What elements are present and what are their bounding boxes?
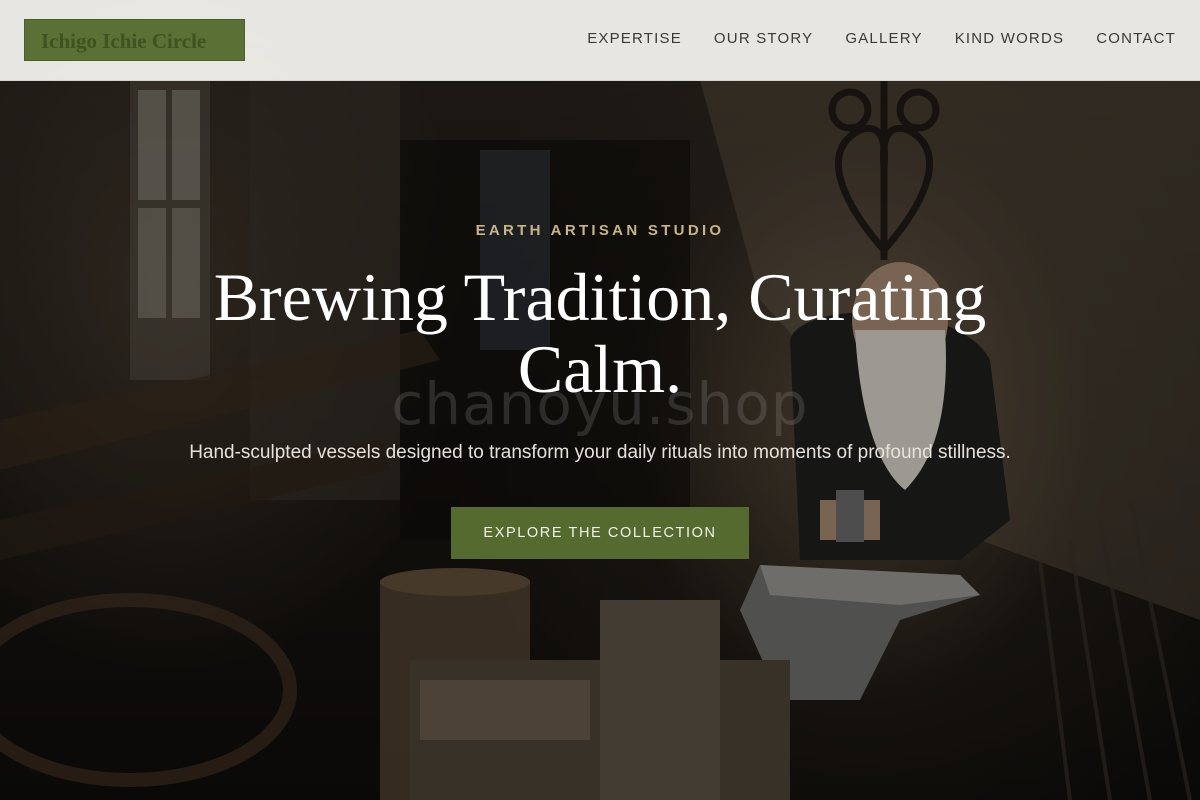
nav-contact[interactable]: CONTACT [1096, 30, 1176, 47]
hero-content: EARTH ARTISAN STUDIO Brewing Tradition, … [0, 222, 1200, 559]
hero-section: chanoyu.shop EARTH ARTISAN STUDIO Brewin… [0, 0, 1200, 800]
nav-gallery[interactable]: GALLERY [845, 30, 922, 47]
hero-eyebrow: EARTH ARTISAN STUDIO [475, 222, 725, 239]
nav-our-story[interactable]: OUR STORY [714, 30, 813, 47]
nav-kind-words[interactable]: KIND WORDS [955, 30, 1065, 47]
logo-text: Ichigo Ichie Circle [41, 29, 207, 53]
hero-subtitle: Hand-sculpted vessels designed to transf… [189, 442, 1011, 463]
site-logo[interactable]: Ichigo Ichie Circle [24, 19, 245, 61]
hero-headline: Brewing Tradition, Curating Calm. [213, 259, 987, 407]
main-nav: EXPERTISE OUR STORY GALLERY KIND WORDS C… [587, 30, 1176, 47]
site-header: Ichigo Ichie Circle EXPERTISE OUR STORY … [0, 0, 1200, 81]
nav-expertise[interactable]: EXPERTISE [587, 30, 682, 47]
explore-collection-button[interactable]: EXPLORE THE COLLECTION [451, 507, 749, 559]
